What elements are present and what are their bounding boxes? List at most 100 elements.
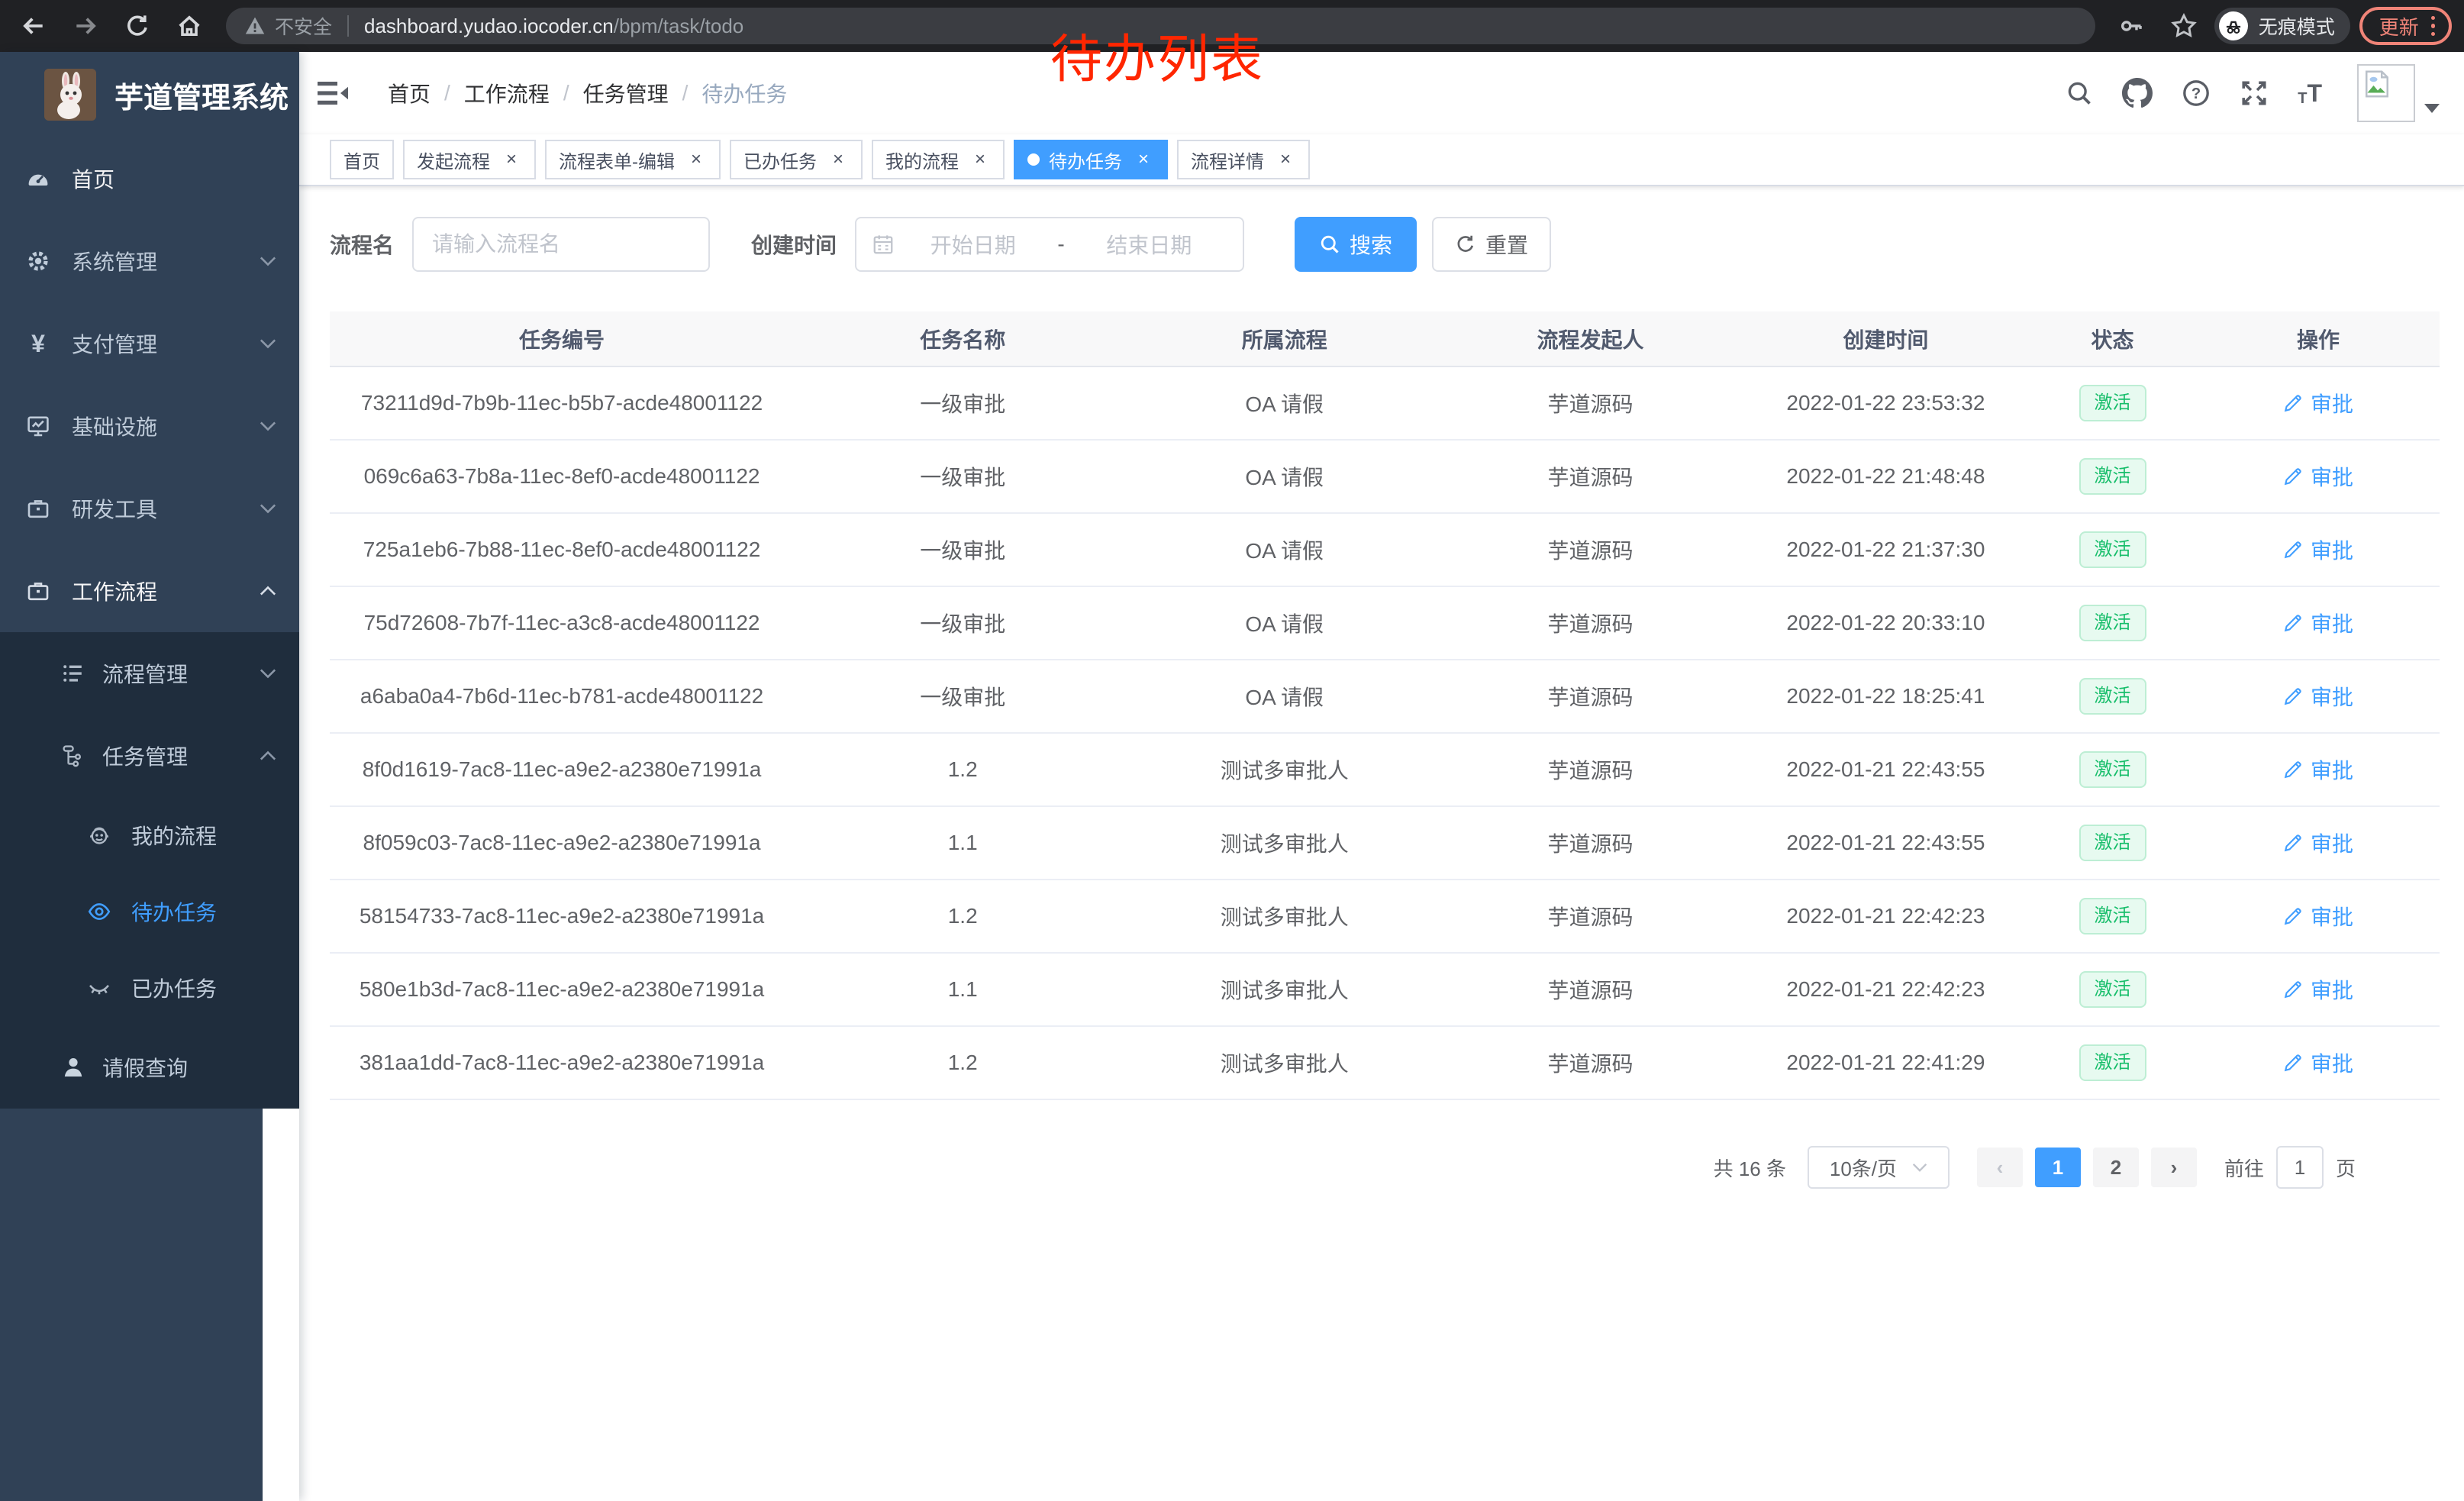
table-row: 381aa1dd-7ac8-11ec-a9e2-a2380e71991a 1.2… — [330, 1026, 2440, 1099]
pagination: 共 16 条 10条/页 ‹ 1 2 › 前往 页 — [330, 1146, 2440, 1189]
url-path[interactable]: /bpm/task/todo — [614, 15, 744, 38]
password-key-button[interactable] — [2111, 5, 2153, 47]
github-link[interactable] — [2122, 78, 2153, 108]
starter-cell: 芋道源码 — [1437, 953, 1743, 1026]
security-status-label[interactable]: 不安全 — [275, 12, 332, 40]
sidebar-item-home[interactable]: 首页 — [0, 137, 299, 220]
tab-process-detail[interactable]: 流程详情× — [1177, 140, 1310, 179]
sidebar-item-infrastructure[interactable]: 基础设施 — [0, 385, 299, 467]
browser-forward-button[interactable] — [64, 5, 107, 47]
task-name-cell: 一级审批 — [794, 366, 1131, 440]
chevron-down-icon — [260, 503, 276, 514]
starter-cell: 芋道源码 — [1437, 366, 1743, 440]
browser-menu-icon[interactable] — [2431, 16, 2435, 36]
breadcrumb-home[interactable]: 首页 — [388, 78, 431, 108]
page-button-2[interactable]: 2 — [2093, 1148, 2139, 1187]
starter-cell: 芋道源码 — [1437, 733, 1743, 806]
table-row: 8f059c03-7ac8-11ec-a9e2-a2380e71991a 1.1… — [330, 806, 2440, 880]
tab-my-process[interactable]: 我的流程× — [872, 140, 1005, 179]
approve-link[interactable]: 审批 — [2283, 828, 2353, 858]
start-date-placeholder[interactable]: 开始日期 — [895, 229, 1051, 260]
edit-pen-icon — [2283, 906, 2303, 926]
sidebar-item-payment[interactable]: ¥ 支付管理 — [0, 302, 299, 385]
bookmark-star-button[interactable] — [2162, 5, 2205, 47]
end-date-placeholder[interactable]: 结束日期 — [1071, 229, 1227, 260]
approve-link[interactable]: 审批 — [2283, 974, 2353, 1005]
url-host[interactable]: dashboard.yudao.iocoder.cn — [364, 15, 614, 38]
page-size-select[interactable]: 10条/页 — [1808, 1146, 1950, 1189]
filter-bar: 流程名 创建时间 开始日期 - 结束日期 搜索 重置 — [330, 217, 2440, 272]
date-range-picker[interactable]: 开始日期 - 结束日期 — [855, 217, 1244, 272]
approve-link[interactable]: 审批 — [2283, 534, 2353, 565]
app-logo-row[interactable]: 芋道管理系统 — [0, 52, 299, 137]
sidebar-item-leave-query[interactable]: 请假查询 — [0, 1026, 299, 1109]
chevron-down-icon — [2424, 104, 2440, 113]
tab-todo-tasks[interactable]: 待办任务× — [1014, 140, 1168, 179]
task-name-cell: 一级审批 — [794, 513, 1131, 586]
browser-back-button[interactable] — [12, 5, 55, 47]
tab-done-tasks[interactable]: 已办任务× — [730, 140, 863, 179]
app-logo — [44, 69, 96, 121]
fullscreen-button[interactable] — [2240, 79, 2269, 108]
close-icon[interactable]: × — [501, 149, 522, 170]
prev-page-button[interactable]: ‹ — [1977, 1148, 2023, 1187]
task-name-cell: 1.1 — [794, 953, 1131, 1026]
sidebar-item-dev-tools[interactable]: 研发工具 — [0, 467, 299, 550]
sidebar-item-system[interactable]: 系统管理 — [0, 220, 299, 302]
home-icon — [176, 12, 203, 40]
close-icon[interactable]: × — [969, 149, 991, 170]
approve-link[interactable]: 审批 — [2283, 754, 2353, 785]
sidebar-collapse-button[interactable] — [318, 80, 348, 106]
tab-home[interactable]: 首页 — [330, 140, 394, 179]
header-search-button[interactable] — [2066, 79, 2093, 107]
starter-cell: 芋道源码 — [1437, 1026, 1743, 1099]
goto-page-input[interactable] — [2276, 1146, 2324, 1189]
page-button-1[interactable]: 1 — [2035, 1148, 2081, 1187]
edit-pen-icon — [2283, 760, 2303, 780]
approve-link[interactable]: 审批 — [2283, 461, 2353, 492]
sidebar-item-my-process[interactable]: 我的流程 — [0, 797, 299, 873]
browser-reload-button[interactable] — [116, 5, 159, 47]
sidebar-item-workflow[interactable]: 工作流程 — [0, 550, 299, 632]
search-icon — [1319, 234, 1340, 255]
user-avatar-menu[interactable] — [2357, 64, 2440, 122]
browser-home-button[interactable] — [168, 5, 211, 47]
close-icon[interactable]: × — [1275, 149, 1296, 170]
approve-link[interactable]: 审批 — [2283, 388, 2353, 418]
browser-update-button[interactable]: 更新 — [2359, 7, 2452, 45]
create-time-cell: 2022-01-22 21:37:30 — [1743, 513, 2028, 586]
approve-link[interactable]: 审批 — [2283, 901, 2353, 931]
task-id-cell: 8f059c03-7ac8-11ec-a9e2-a2380e71991a — [330, 806, 794, 880]
dashboard-icon — [26, 166, 50, 192]
tab-process-form-edit[interactable]: 流程表单-编辑× — [545, 140, 721, 179]
reset-button[interactable]: 重置 — [1432, 217, 1551, 272]
task-id-cell: a6aba0a4-7b6d-11ec-b781-acde48001122 — [330, 660, 794, 733]
search-button[interactable]: 搜索 — [1295, 217, 1417, 272]
edit-pen-icon — [2283, 393, 2303, 413]
approve-link[interactable]: 审批 — [2283, 681, 2353, 712]
avatar[interactable] — [2357, 64, 2415, 122]
close-icon[interactable]: × — [827, 149, 849, 170]
table-row: 8f0d1619-7ac8-11ec-a9e2-a2380e71991a 1.2… — [330, 733, 2440, 806]
breadcrumb-task-management[interactable]: 任务管理 — [583, 78, 669, 108]
starter-cell: 芋道源码 — [1437, 660, 1743, 733]
calendar-icon — [872, 233, 895, 256]
sidebar-item-process-management[interactable]: 流程管理 — [0, 632, 299, 715]
close-icon[interactable]: × — [685, 149, 707, 170]
help-button[interactable]: ? — [2182, 79, 2211, 108]
edit-pen-icon — [2283, 540, 2303, 560]
approve-link[interactable]: 审批 — [2283, 608, 2353, 638]
update-label[interactable]: 更新 — [2379, 12, 2419, 40]
col-starter: 流程发起人 — [1437, 311, 1743, 366]
sidebar-item-todo-tasks[interactable]: 待办任务 — [0, 873, 299, 950]
tab-start-process[interactable]: 发起流程× — [403, 140, 536, 179]
next-page-button[interactable]: › — [2151, 1148, 2197, 1187]
breadcrumb-workflow[interactable]: 工作流程 — [464, 78, 550, 108]
font-size-button[interactable]: TT — [2298, 79, 2322, 108]
sidebar-item-done-tasks[interactable]: 已办任务 — [0, 950, 299, 1026]
approve-link[interactable]: 审批 — [2283, 1047, 2353, 1078]
close-icon[interactable]: × — [1133, 149, 1154, 170]
table-row: 725a1eb6-7b88-11ec-8ef0-acde48001122 一级审… — [330, 513, 2440, 586]
process-name-input[interactable] — [412, 217, 710, 272]
sidebar-item-task-management[interactable]: 任务管理 — [0, 715, 299, 797]
